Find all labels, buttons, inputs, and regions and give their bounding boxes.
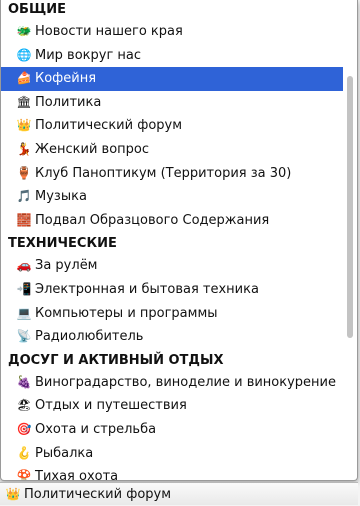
option-icon: 🍰	[16, 71, 32, 86]
option-label: Подвал Образцового Содержания	[35, 212, 270, 228]
option-label: Политический форум	[35, 118, 183, 134]
option-label: Музыка	[35, 189, 87, 205]
option-label: Компьютеры и программы	[35, 305, 218, 321]
option-icon: 🏺	[16, 165, 32, 180]
option-label: Рыбалка	[35, 445, 94, 461]
dropdown-option[interactable]: 💃 Женский вопрос	[1, 138, 343, 162]
dropdown-option[interactable]: 🎵 Музыка	[1, 185, 343, 209]
option-icon: 🪝	[16, 445, 32, 460]
option-icon: 🧱	[16, 212, 32, 227]
dropdown-option[interactable]: 🏖 Отдых и путешествия	[1, 394, 343, 418]
option-icon: 👑	[16, 118, 32, 133]
dropdown-option[interactable]: 🪝 Рыбалка	[1, 442, 343, 466]
option-icon: 🐲	[16, 24, 32, 38]
select-value: Политический форум	[24, 486, 172, 502]
forum-select-dropdown[interactable]: ОБЩИЕ 🐲 Новости нашего края 🌐 Мир вокруг нас…	[0, 0, 358, 481]
option-label: Виноградарство, виноделие и винокурение	[35, 374, 336, 390]
dropdown-option[interactable]: 🏺 Клуб Паноптикум (Территория за 30)	[1, 162, 343, 186]
dropdown-option[interactable]: 🌐 Мир вокруг нас	[1, 44, 343, 68]
option-icon: 🚗	[16, 258, 32, 273]
dropdown-option[interactable]: 🐲 Новости нашего края	[1, 20, 343, 44]
dropdown-option[interactable]: 🧱 Подвал Образцового Содержания	[1, 209, 343, 233]
option-icon: 🎵	[16, 189, 32, 204]
option-label: Кофейня	[35, 71, 97, 87]
dropdown-option[interactable]: 🚗 За рулём	[1, 254, 343, 278]
option-icon: 🌐	[16, 47, 32, 62]
dropdown-option[interactable]: 🍇 Виноградарство, виноделие и винокурение	[1, 371, 343, 395]
option-icon: 🍇	[16, 374, 32, 389]
forum-select[interactable]: 👑 Политический форум	[0, 482, 358, 505]
option-label: Тихая охота	[35, 469, 119, 481]
option-label: Женский вопрос	[35, 141, 149, 157]
option-label: Отдых и путешествия	[35, 398, 187, 414]
scrollbar-thumb[interactable]	[347, 76, 353, 338]
dropdown-option[interactable]: 📡 Радиолюбитель	[1, 325, 343, 349]
option-label: Клуб Паноптикум (Территория за 30)	[35, 165, 292, 181]
option-icon: 🏛	[16, 94, 32, 109]
dropdown-option[interactable]: 🏛 Политика	[1, 91, 343, 115]
scrollbar[interactable]	[346, 4, 355, 476]
option-label: Новости нашего края	[35, 24, 183, 39]
dropdown-option[interactable]: 👑 Политический форум	[1, 114, 343, 138]
dropdown-option[interactable]: 💻 Компьютеры и программы	[1, 302, 343, 326]
option-icon: 🏖	[16, 398, 32, 413]
option-label: Охота и стрельба	[35, 421, 157, 437]
option-label: Радиолюбитель	[35, 329, 144, 345]
option-label: Электронная и бытовая техника	[35, 281, 259, 297]
option-list: ОБЩИЕ 🐲 Новости нашего края 🌐 Мир вокруг нас…	[1, 0, 343, 481]
option-label: Политика	[35, 94, 102, 110]
option-icon: 📡	[16, 329, 32, 344]
dropdown-option[interactable]: 🎯 Охота и стрельба	[1, 418, 343, 442]
optgroup-header: ТЕХНИЧЕСКИЕ	[8, 236, 117, 252]
dropdown-option[interactable]: 🍄 Тихая охота	[1, 465, 343, 481]
option-label: За рулём	[35, 258, 98, 274]
option-icon: 💃	[16, 141, 32, 156]
dropdown-option[interactable]: 📲 Электронная и бытовая техника	[1, 278, 343, 302]
option-icon: 🎯	[16, 421, 32, 436]
dropdown-option[interactable]: 🍰 Кофейня	[1, 67, 343, 91]
optgroup-header: ДОСУГ И АКТИВНЫЙ ОТДЫХ	[8, 352, 224, 368]
optgroup-header: ОБЩИЕ	[8, 2, 66, 17]
option-icon: 📲	[16, 281, 32, 296]
option-label: Мир вокруг нас	[35, 47, 142, 63]
crown-icon: 👑	[5, 487, 21, 501]
option-icon: 🍄	[16, 469, 32, 481]
option-icon: 💻	[16, 305, 32, 320]
